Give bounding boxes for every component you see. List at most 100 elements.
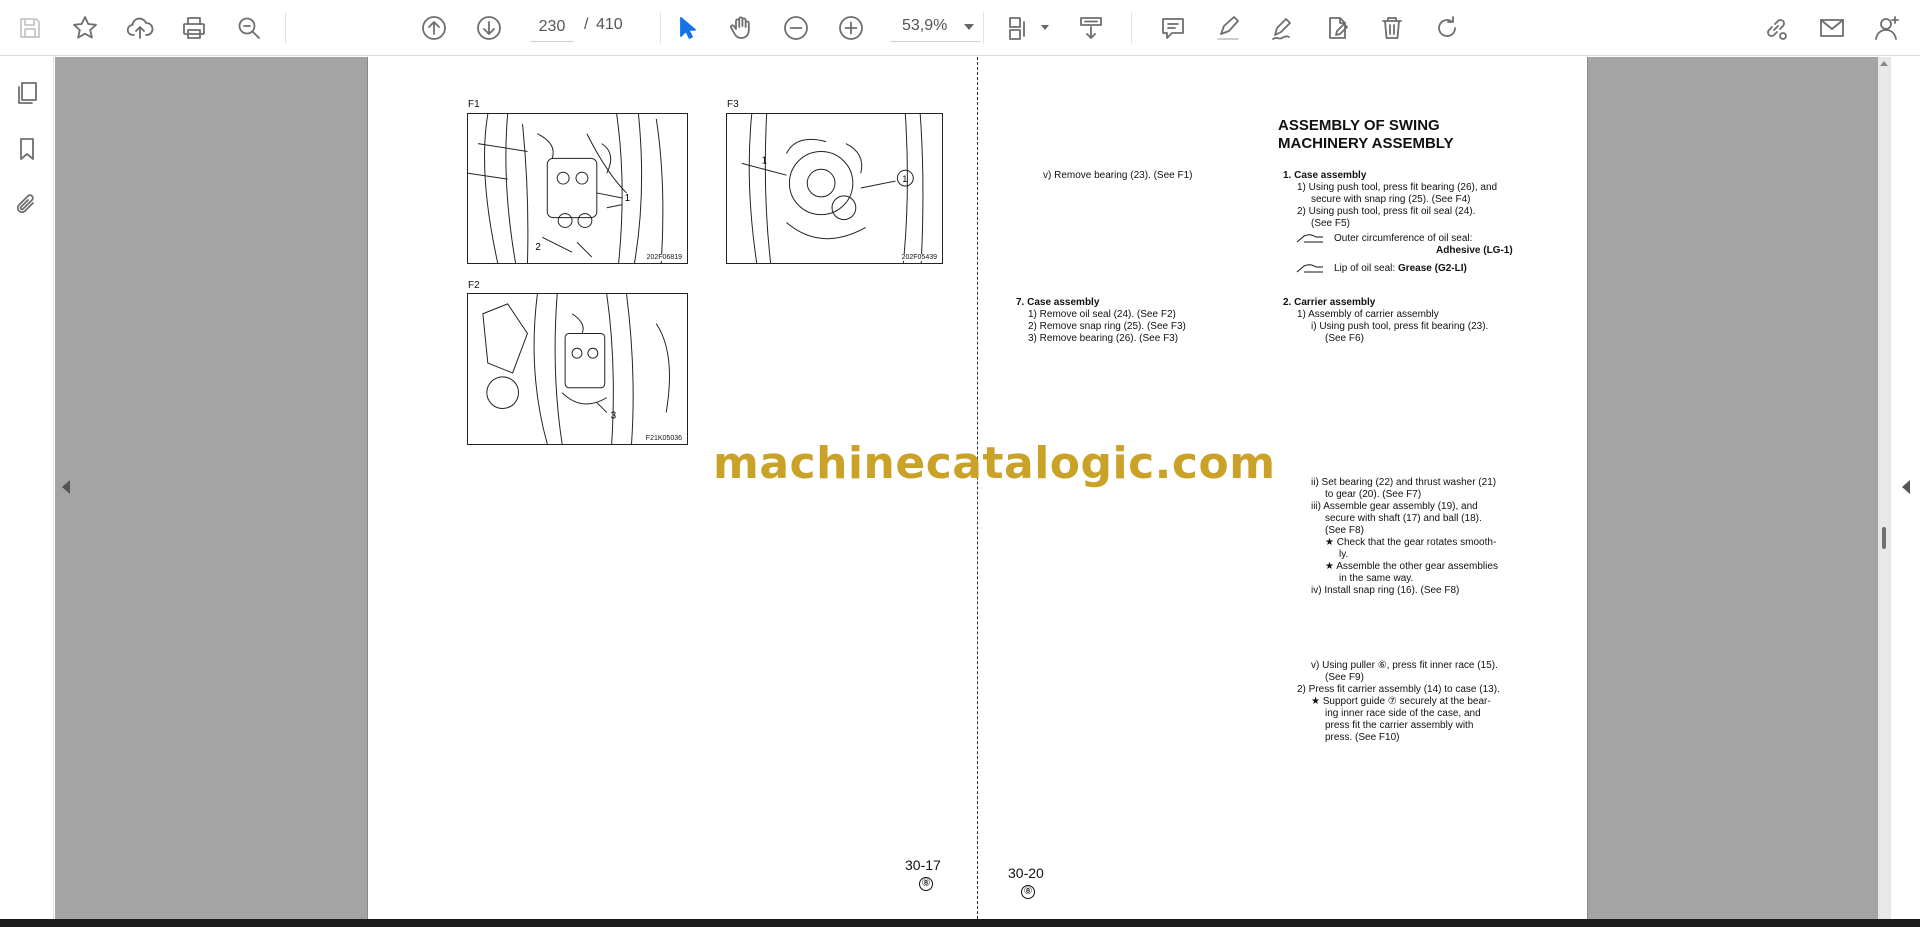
text-s1-b1: 2) Using push tool, press fit oil seal (… bbox=[1297, 206, 1476, 217]
page-up-icon[interactable] bbox=[416, 10, 452, 46]
taskbar-edge bbox=[0, 919, 1920, 927]
adhesive-symbol-icon bbox=[1296, 234, 1323, 243]
text-s2-v1: v) Using puller ⑥, press fit inner race … bbox=[1311, 660, 1498, 671]
cloud-upload-icon[interactable] bbox=[122, 10, 158, 46]
text-s2-i2: (See F6) bbox=[1325, 333, 1364, 344]
page-display-icon[interactable] bbox=[1000, 10, 1036, 46]
text-remove-bearing: v) Remove bearing (23). (See F1) bbox=[1043, 170, 1193, 181]
text-step-3: 3) Remove bearing (26). (See F3) bbox=[1028, 333, 1179, 344]
text-s2-star1a: ★ Check that the gear rotates smooth- bbox=[1325, 537, 1497, 548]
left-navigation-rail bbox=[0, 57, 54, 919]
delete-trash-icon[interactable] bbox=[1374, 10, 1410, 46]
figure-label-f3: F3 bbox=[727, 99, 739, 110]
text-note1-value: Adhesive (LG-1) bbox=[1436, 245, 1513, 256]
account-icon[interactable] bbox=[1869, 10, 1905, 46]
text-s2-a: 1) Assembly of carrier assembly bbox=[1297, 309, 1439, 320]
text-s2-ii1: ii) Set bearing (22) and thrust washer (… bbox=[1311, 477, 1497, 488]
text-s2-ii2: to gear (20). (See F7) bbox=[1325, 489, 1422, 500]
bookmark-icon[interactable] bbox=[9, 131, 45, 167]
email-icon[interactable] bbox=[1814, 10, 1850, 46]
page-number-left: 30-17 bbox=[905, 857, 941, 873]
text-step-2: 2) Remove snap ring (25). (See F3) bbox=[1028, 321, 1186, 332]
zoom-value: 53,9% bbox=[902, 17, 948, 34]
scroll-mode-icon[interactable] bbox=[1073, 10, 1109, 46]
highlight-pen-icon[interactable] bbox=[1210, 10, 1246, 46]
text-s2-star2b: in the same way. bbox=[1339, 573, 1414, 584]
fill-sign-icon[interactable] bbox=[1320, 10, 1356, 46]
figure-f3-illustration: 1 1 bbox=[741, 114, 924, 263]
comment-icon[interactable] bbox=[1155, 10, 1191, 46]
scroll-thumb[interactable] bbox=[1882, 527, 1886, 549]
text-s2-star3a: ★ Support guide ⑦ securely at the bear- bbox=[1311, 696, 1491, 707]
text-note2-value: Grease (G2-LI) bbox=[1397, 263, 1467, 274]
text-s1-b2: (See F5) bbox=[1311, 218, 1350, 229]
rotate-icon[interactable] bbox=[1429, 10, 1465, 46]
scroll-up-arrow-icon[interactable] bbox=[1880, 61, 1888, 66]
text-s2-star3b: ing inner race side of the case, and bbox=[1325, 708, 1481, 719]
text-s2-star1b: ly. bbox=[1339, 549, 1349, 560]
paperclip-attachment-icon[interactable] bbox=[9, 187, 45, 223]
heading-line-1: ASSEMBLY OF SWING bbox=[1278, 117, 1440, 134]
svg-text:1: 1 bbox=[625, 193, 631, 204]
save-icon[interactable] bbox=[12, 10, 48, 46]
figure-f3: 1 1 202F05439 bbox=[726, 113, 943, 264]
text-s2-iii1: iii) Assemble gear assembly (19), and bbox=[1311, 501, 1478, 512]
zoom-in-icon[interactable] bbox=[833, 10, 869, 46]
page-total: 410 bbox=[596, 16, 623, 33]
svg-text:1: 1 bbox=[902, 174, 907, 184]
chevron-down-icon bbox=[964, 24, 974, 30]
text-s2-i1: i) Using push tool, press fit bearing (2… bbox=[1311, 321, 1489, 332]
figure-label-f2: F2 bbox=[468, 280, 480, 291]
svg-text:2: 2 bbox=[535, 242, 541, 253]
figure-code: 202F06819 bbox=[645, 254, 683, 261]
text-step-1: 1) Remove oil seal (24). (See F2) bbox=[1028, 309, 1176, 320]
svg-text:1: 1 bbox=[762, 155, 768, 166]
page-number-input[interactable] bbox=[530, 12, 574, 42]
figure-f2: 3 F21K05036 bbox=[467, 293, 688, 445]
figure-label-f1: F1 bbox=[468, 99, 480, 110]
revision-mark-right: ⑧ bbox=[1021, 885, 1035, 899]
svg-text:3: 3 bbox=[611, 410, 617, 421]
figure-f2-illustration: 3 bbox=[482, 294, 670, 444]
toolbar: / 410 53,9% bbox=[0, 0, 1920, 56]
print-icon[interactable] bbox=[176, 10, 212, 46]
heading-line-2: MACHINERY ASSEMBLY bbox=[1278, 135, 1454, 152]
text-s2-star2a: ★ Assemble the other gear assemblies bbox=[1325, 561, 1498, 572]
text-note2: Lip of oil seal: Grease (G2-LI) bbox=[1334, 263, 1467, 275]
figure-f1: 1 2 202F06819 bbox=[467, 113, 688, 264]
text-s2-b: 2) Press fit carrier assembly (14) to ca… bbox=[1297, 684, 1500, 695]
zoom-select[interactable]: 53,9% bbox=[890, 12, 980, 42]
zoom-out-icon[interactable] bbox=[778, 10, 814, 46]
grease-symbol-icon bbox=[1296, 264, 1323, 273]
heading-case-assembly: 1. Case assembly bbox=[1283, 170, 1367, 181]
share-link-icon[interactable] bbox=[1758, 10, 1794, 46]
text-s2-star3d: press. (See F10) bbox=[1325, 732, 1400, 743]
text-s2-v2: (See F9) bbox=[1325, 672, 1364, 683]
star-icon[interactable] bbox=[67, 10, 103, 46]
text-s1-a2: secure with snap ring (25). (See F4) bbox=[1311, 194, 1471, 205]
text-note2-label: Lip of oil seal: bbox=[1334, 263, 1398, 274]
pdf-viewer: / 410 53,9% bbox=[0, 0, 1920, 927]
page-separator: / bbox=[584, 16, 589, 33]
hand-icon[interactable] bbox=[723, 10, 759, 46]
text-note1-label: Outer circumference of oil seal: bbox=[1334, 233, 1473, 244]
vertical-scrollbar[interactable] bbox=[1878, 57, 1890, 919]
page-down-icon[interactable] bbox=[471, 10, 507, 46]
watermark: machinecatalogic.com bbox=[713, 438, 1276, 489]
revision-mark-left: ⑧ bbox=[919, 877, 933, 891]
text-s2-star3c: press fit the carrier assembly with bbox=[1325, 720, 1474, 731]
text-s2-iii2: secure with shaft (17) and ball (18). bbox=[1325, 513, 1482, 524]
figure-f1-illustration: 1 2 bbox=[468, 114, 664, 263]
sign-icon[interactable] bbox=[1265, 10, 1301, 46]
chevron-down-icon[interactable] bbox=[1041, 25, 1049, 30]
select-cursor-icon[interactable] bbox=[668, 10, 704, 46]
text-s2-iii3: (See F8) bbox=[1325, 525, 1364, 536]
section-heading: ASSEMBLY OF SWING MACHINERY ASSEMBLY bbox=[1278, 117, 1538, 153]
right-panel-toggle-icon[interactable] bbox=[1902, 480, 1910, 494]
page-thumbnails-icon[interactable] bbox=[9, 75, 45, 111]
search-icon[interactable] bbox=[231, 10, 267, 46]
text-s1-a1: 1) Using push tool, press fit bearing (2… bbox=[1297, 182, 1498, 193]
heading-carrier-assembly: 2. Carrier assembly bbox=[1283, 297, 1376, 308]
left-panel-toggle-icon[interactable] bbox=[62, 480, 70, 494]
figure-code: F21K05036 bbox=[644, 435, 683, 442]
